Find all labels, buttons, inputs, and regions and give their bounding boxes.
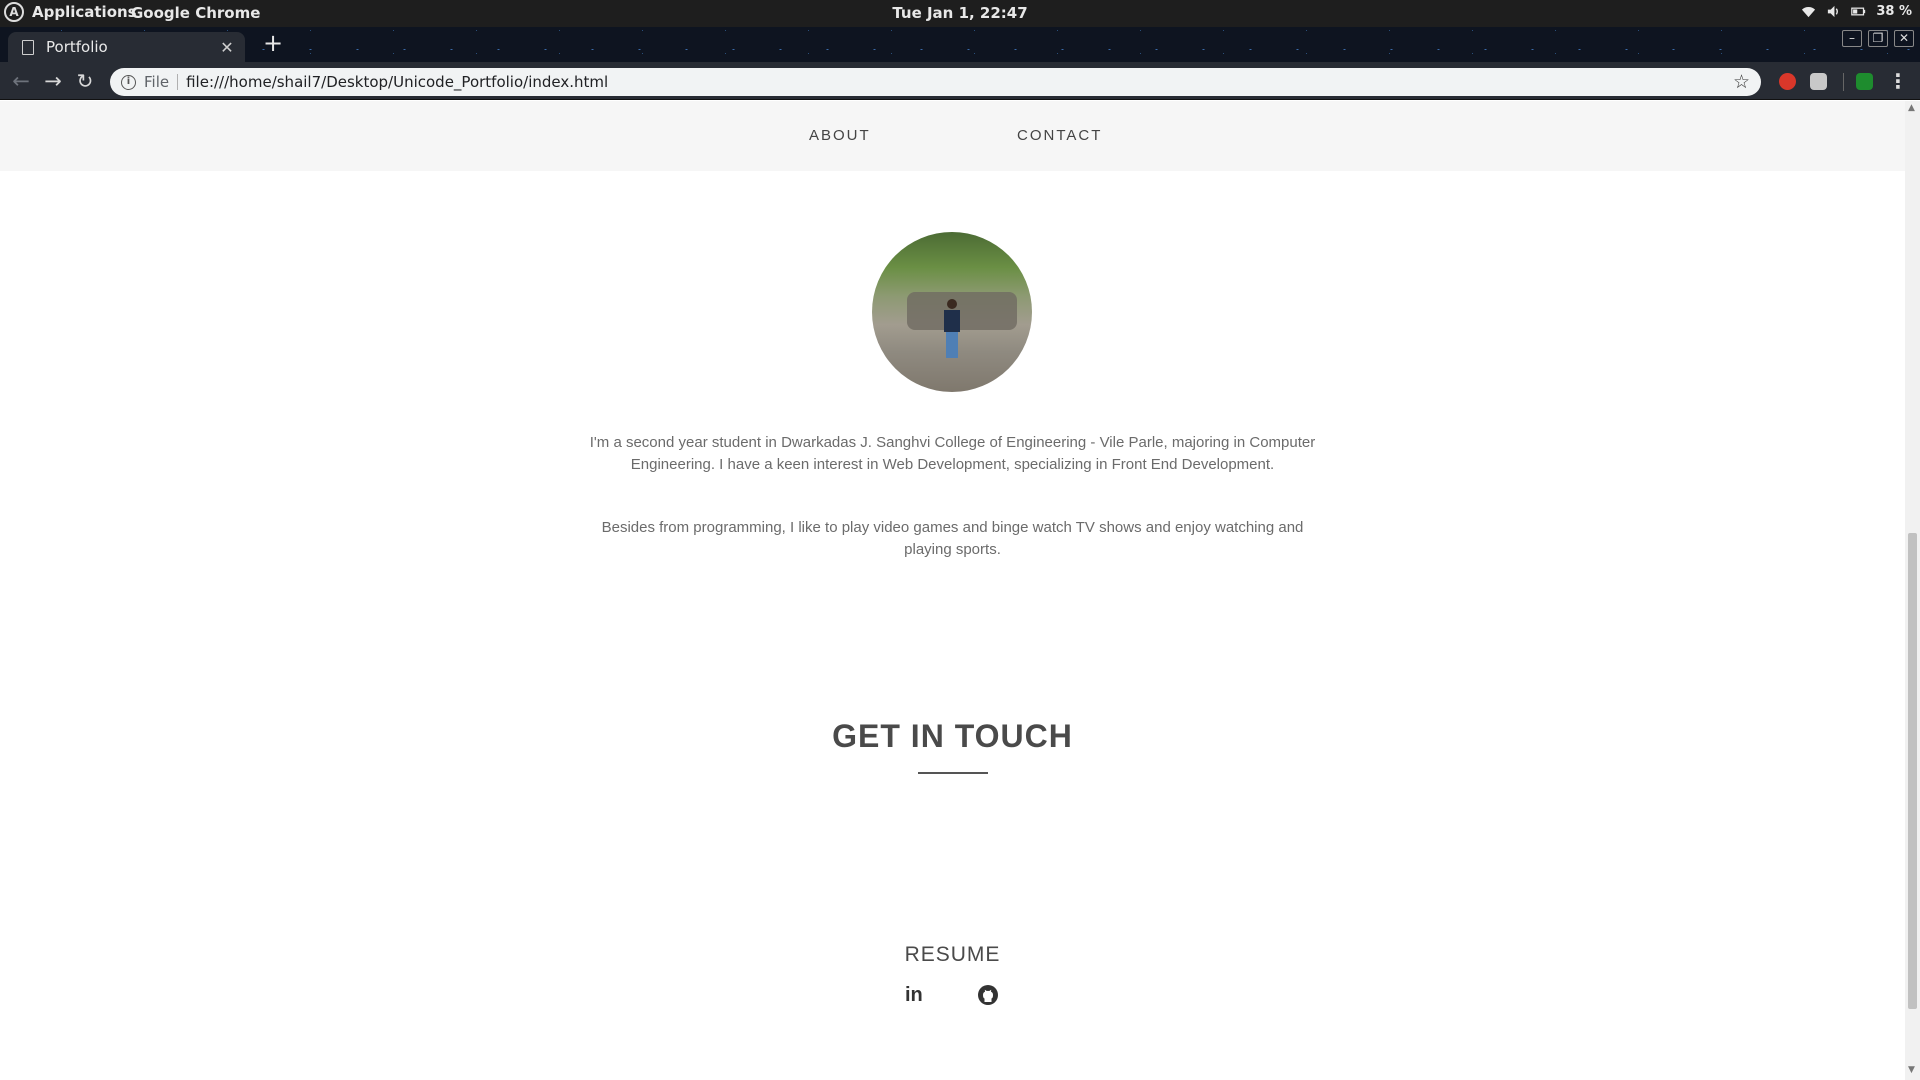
site-navbar: ABOUT CONTACT [0, 101, 1905, 171]
reload-button[interactable]: ↻ [72, 68, 98, 94]
browser-toolbar: ← → ↻ i File file:///home/shail7/Desktop… [0, 62, 1920, 100]
window-controls: – ❐ ✕ [1842, 30, 1914, 47]
scroll-up-icon[interactable]: ▲ [1908, 103, 1915, 113]
new-tab-button[interactable]: + [260, 31, 286, 57]
extension-2-icon[interactable] [1810, 73, 1827, 90]
about-paragraph-1: I'm a second year student in Dwarkadas J… [589, 434, 1316, 473]
profile-photo [872, 232, 1032, 392]
minimize-button[interactable]: – [1842, 30, 1862, 47]
nav-about-link[interactable]: ABOUT [809, 127, 871, 144]
battery-icon[interactable] [1851, 4, 1866, 19]
page-viewport: ABOUT CONTACT I'm a second year student … [0, 101, 1905, 1080]
resume-link[interactable]: RESUME [0, 943, 1905, 967]
restore-button[interactable]: ❐ [1868, 30, 1888, 47]
battery-percent: 38 % [1876, 4, 1912, 19]
github-icon[interactable] [976, 983, 1000, 1007]
heading-underline [918, 772, 988, 774]
close-icon[interactable]: ✕ [217, 38, 237, 57]
document-icon [22, 39, 34, 55]
tab-portfolio[interactable]: Portfolio ✕ [8, 32, 245, 62]
system-tray: 38 % [1801, 4, 1912, 19]
about-paragraph-2: Besides from programming, I like to play… [601, 519, 1304, 558]
photo-person [944, 299, 960, 361]
scrollbar-thumb[interactable] [1908, 533, 1917, 1009]
scroll-down-icon[interactable]: ▼ [1908, 1065, 1915, 1075]
toolbar-divider [1843, 73, 1844, 91]
url-divider [177, 74, 179, 90]
volume-icon[interactable] [1826, 4, 1841, 19]
extension-1-icon[interactable] [1779, 73, 1796, 90]
star-icon[interactable]: ☆ [1733, 71, 1750, 93]
wifi-icon[interactable] [1801, 4, 1816, 19]
info-icon[interactable]: i [121, 74, 136, 90]
arrow-left-icon: ← [12, 69, 30, 93]
get-in-touch-heading: GET IN TOUCH [832, 718, 1073, 754]
plus-icon: + [262, 29, 284, 57]
close-window-button[interactable]: ✕ [1894, 30, 1914, 47]
address-bar[interactable]: i File file:///home/shail7/Desktop/Unico… [110, 68, 1761, 96]
os-top-panel: A Applications Google Chrome Tue Jan 1, … [0, 0, 1920, 27]
scheme-label: File [144, 73, 170, 91]
clock[interactable]: Tue Jan 1, 22:47 [0, 4, 1920, 22]
back-button[interactable]: ← [8, 68, 34, 94]
nav-contact-link[interactable]: CONTACT [1017, 127, 1102, 144]
photo-background-rock [907, 292, 1017, 330]
url-text[interactable]: file:///home/shail7/Desktop/Unicode_Port… [186, 73, 1733, 91]
tab-title: Portfolio [46, 38, 108, 56]
arrow-right-icon: → [44, 69, 62, 93]
kebab-menu-icon[interactable]: ⋮ [1888, 68, 1908, 94]
page-scrollbar[interactable]: ▲ ▼ [1905, 101, 1920, 1080]
linkedin-icon[interactable]: in [905, 983, 929, 1007]
profile-extension-icon[interactable] [1856, 73, 1873, 90]
reload-icon: ↻ [76, 69, 94, 93]
tab-strip: Portfolio ✕ + – ❐ ✕ [0, 27, 1920, 62]
forward-button[interactable]: → [40, 68, 66, 94]
